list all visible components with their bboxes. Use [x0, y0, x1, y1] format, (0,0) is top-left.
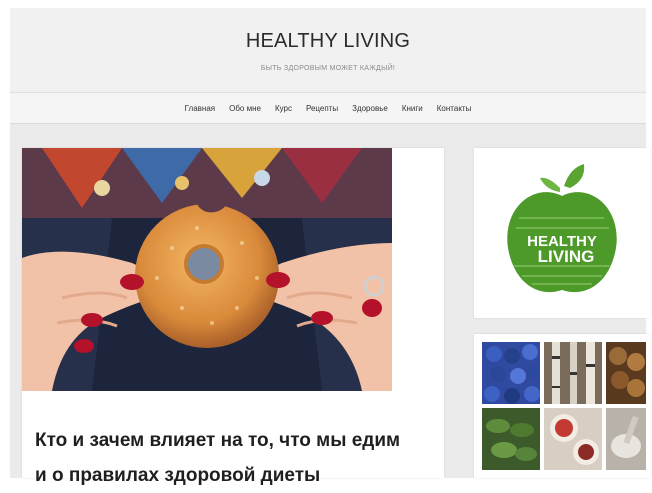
post-title-line-2: и о правилах здоровой диеты: [35, 464, 321, 486]
mortar-image: [611, 415, 641, 458]
food-bowls-image: [550, 414, 599, 465]
nav-item-contacts[interactable]: Контакты: [437, 104, 472, 113]
gallery-tile-bowls[interactable]: [544, 408, 602, 470]
site-tagline: БЫТЬ ЗДОРОВЫМ МОЖЕТ КАЖДЫЙ!: [260, 65, 396, 72]
blueberries-image: [484, 344, 540, 404]
nav-item-about[interactable]: Обо мне: [229, 104, 261, 113]
apple-logo-image[interactable]: HEALTHY LIVING: [474, 148, 650, 318]
post-featured-image[interactable]: [22, 148, 392, 391]
gallery-tile-blueberries[interactable]: [482, 342, 540, 404]
post-title[interactable]: Кто и зачем влияет на то, что мы едим и …: [35, 423, 435, 493]
site-header: HEALTHY LIVING БЫТЬ ЗДОРОВЫМ МОЖЕТ КАЖДЫ…: [10, 8, 646, 93]
gallery-tile-walnuts[interactable]: [606, 342, 646, 404]
site-title[interactable]: HEALTHY LIVING: [10, 30, 646, 53]
walnuts-image: [609, 347, 645, 397]
sidebar-logo-widget: HEALTHY LIVING: [474, 148, 650, 318]
nav-item-course[interactable]: Курс: [275, 104, 292, 113]
herbs-image: [486, 419, 537, 461]
nav-item-books[interactable]: Книги: [402, 104, 423, 113]
nav-item-health[interactable]: Здоровье: [352, 104, 388, 113]
nav-item-home[interactable]: Главная: [185, 104, 215, 113]
main-nav: Главная Обо мне Курс Рецепты Здоровье Кн…: [10, 93, 646, 124]
post-title-line-1: Кто и зачем влияет на то, что мы едим: [35, 429, 401, 451]
birch-trees-image: [552, 342, 595, 404]
post-card: Кто и зачем влияет на то, что мы едим и …: [22, 148, 444, 486]
donut-photo: [22, 148, 392, 391]
gallery-tile-birch[interactable]: [544, 342, 602, 404]
sidebar-gallery-widget: [474, 334, 650, 478]
gallery-tile-mortar[interactable]: [606, 408, 646, 470]
gallery-tile-herbs[interactable]: [482, 408, 540, 470]
logo-text-living: LIVING: [538, 247, 595, 266]
nav-item-recipes[interactable]: Рецепты: [306, 104, 338, 113]
